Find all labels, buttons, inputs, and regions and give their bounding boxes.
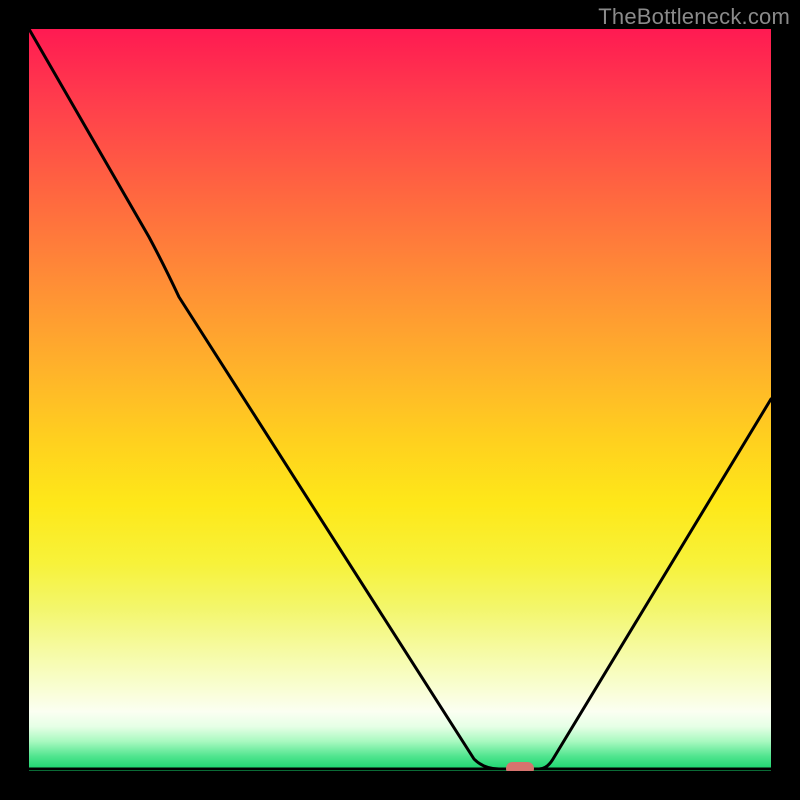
optimal-marker: [506, 762, 534, 771]
chart-container: TheBottleneck.com: [0, 0, 800, 800]
chart-svg: [29, 29, 771, 771]
plot-area: [29, 29, 771, 771]
watermark-text: TheBottleneck.com: [598, 4, 790, 30]
bottleneck-curve: [29, 29, 771, 769]
